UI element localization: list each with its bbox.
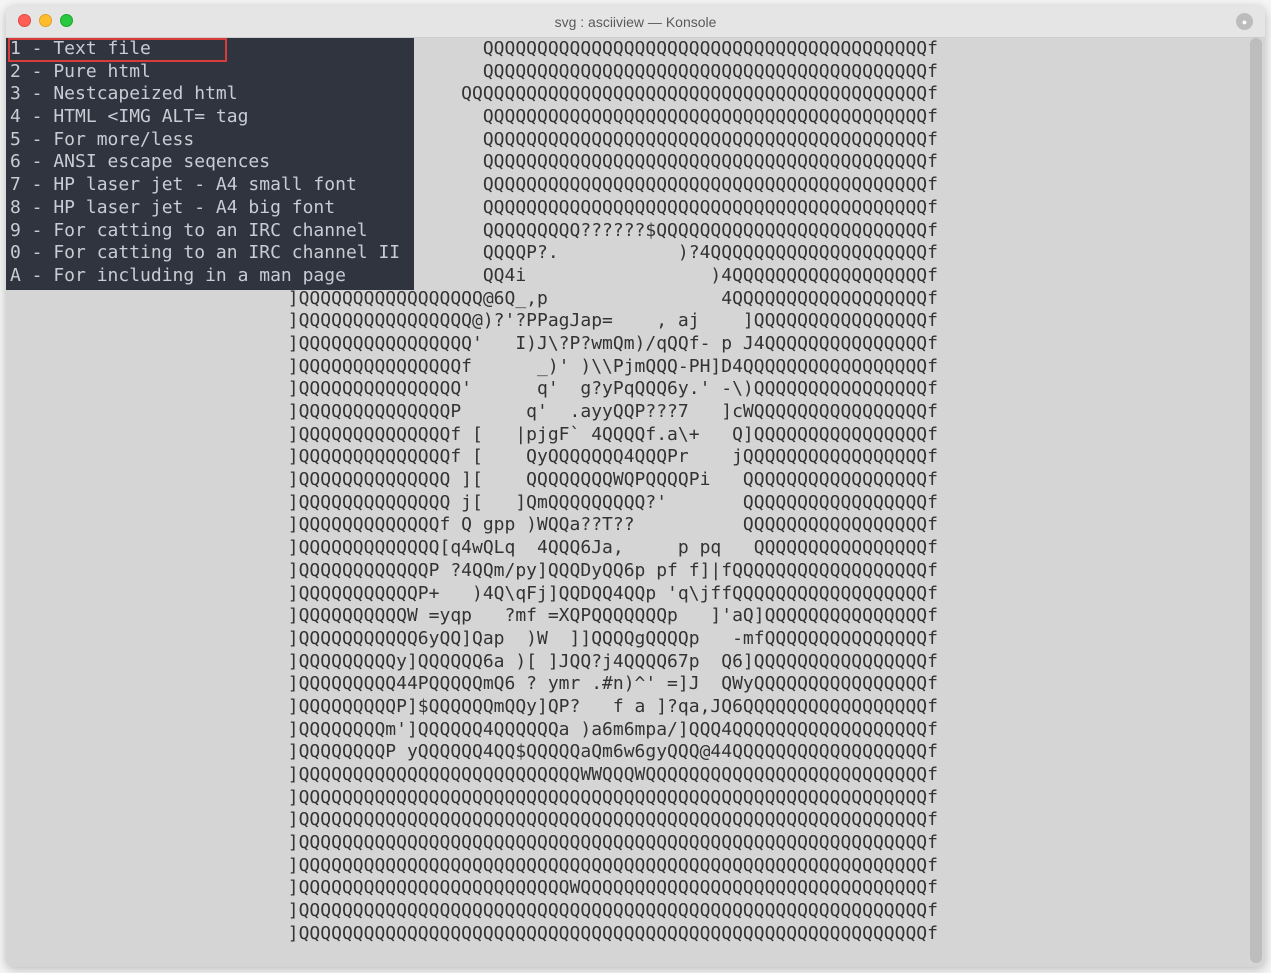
window-title: svg : asciiview — Konsole — [6, 14, 1265, 30]
scrollbar-thumb[interactable] — [1250, 38, 1262, 963]
menu-item-4[interactable]: 4 - HTML <IMG ALT= tag — [10, 106, 400, 129]
ascii-row: ]QQQQQQQQQQQQQQQQQQQQQQQQQQQQQQQQQQQQQQQ… — [6, 787, 938, 810]
ascii-row: ]QQQQQQQQQQQQQQP q' .ayyQQP???7 ]cWQQQQQ… — [6, 401, 938, 424]
window-controls — [18, 14, 73, 27]
ascii-row: ]QQQQQQQQQQQQQQQQQ@6Q_,p 4QQQQQQQQQQQQQQ… — [6, 288, 938, 311]
ascii-row: ]QQQQQQQQQQQQQQ j[ ]QmQQQQQQQQQ?' QQQQQQ… — [6, 492, 938, 515]
ascii-row: ]QQQQQQQQQQQQQQQf _)' )\\PjmQQQ-PH]D4QQQ… — [6, 356, 938, 379]
ascii-row: ]QQQQQQQQQQQ6yQQ]Qap )W ]]QQQQgQQQQp -mf… — [6, 628, 938, 651]
ascii-row: ]QQQQQQQQm']QQQQQQ4QQQQQQa )a6m6mpa/]QQQ… — [6, 719, 938, 742]
menu-item-5[interactable]: 5 - For more/less — [10, 129, 400, 152]
konsole-window: svg : asciiview — Konsole ● QQQQQQQQQQQQ… — [6, 6, 1265, 967]
vertical-scrollbar[interactable] — [1249, 38, 1263, 963]
menu-item-1[interactable]: 1 - Text file — [10, 38, 400, 61]
ascii-row: ]QQQQQQQQQQQQQQ ][ QQQQQQQQWQPQQQQPi QQQ… — [6, 469, 938, 492]
ascii-row: ]QQQQQQQQQQW =yqp ?mf =XQPQQQQQQQp ]'aQ]… — [6, 605, 938, 628]
minimize-icon[interactable] — [39, 14, 52, 27]
save-format-menu: 1 - Text file2 - Pure html3 - Nestcapeiz… — [6, 38, 414, 290]
menu-item-2[interactable]: 2 - Pure html — [10, 61, 400, 84]
menu-item-6[interactable]: 6 - ANSI escape seqences — [10, 151, 400, 174]
ascii-row: ]QQQQQQQQP yQQQQQQ4QQ$QQQQQaQm6w6gyQQQ@4… — [6, 741, 938, 764]
ascii-row: ]QQQQQQQQQQQQQQQQ@)?'?PPagJap= , aj ]QQQ… — [6, 310, 938, 333]
ascii-row: ]QQQQQQQQQQQQQ[q4wQLq 4QQQ6Ja, p pq QQQQ… — [6, 537, 938, 560]
ascii-row: ]QQQQQQQQQQQQP ?4QQm/py]QQQDyQQ6p pf f]|… — [6, 560, 938, 583]
terminal-viewport[interactable]: QQQQQQQQQQQQQQQQQQQQQQQQQQQQQQQQQQQQQQQQ… — [6, 38, 1265, 967]
menu-item-0[interactable]: 0 - For catting to an IRC channel II — [10, 242, 400, 265]
menu-item-9[interactable]: 9 - For catting to an IRC channel — [10, 220, 400, 243]
ascii-row: ]QQQQQQQQQQQQQQQQQQQQQQQQQQQQQQQQQQQQQQQ… — [6, 855, 938, 878]
close-icon[interactable] — [18, 14, 31, 27]
menu-item-3[interactable]: 3 - Nestcapeized html — [10, 83, 400, 106]
ascii-row: ]QQQQQQQQQQQP+ )4Q\qFj]QQDQQ4QQp 'q\jffQ… — [6, 583, 938, 606]
ascii-row: ]QQQQQQQQQQQQQQQQQQQQQQQQQQQQQQQQQQQQQQQ… — [6, 923, 938, 946]
ascii-row: ]QQQQQQQQQQQQQf Q gpp )WQQa??T?? QQQQQQQ… — [6, 514, 938, 537]
ascii-row: ]QQQQQQQQQQQQQQf [ QyQQQQQQQ4QQQPr jQQQQ… — [6, 446, 938, 469]
maximize-icon[interactable] — [60, 14, 73, 27]
ascii-row: ]QQQQQQQQQP]$QQQQQQmQQy]QP? f a ]?qa,JQ6… — [6, 696, 938, 719]
titlebar: svg : asciiview — Konsole ● — [6, 6, 1265, 38]
ascii-row: ]QQQQQQQQQQQQQQQ' q' g?yPqQQQ6y.' -\)QQQ… — [6, 378, 938, 401]
ascii-row: ]QQQQQQQQQQQQQQQQQQQQQQQQQQWWQQQWQQQQQQQ… — [6, 764, 938, 787]
menu-item-A[interactable]: A - For including in a man page — [10, 265, 400, 288]
help-icon[interactable]: ● — [1236, 13, 1253, 30]
ascii-row: ]QQQQQQQQQQQQQQQQQQQQQQQQQQQQQQQQQQQQQQQ… — [6, 809, 938, 832]
menu-item-7[interactable]: 7 - HP laser jet - A4 small font — [10, 174, 400, 197]
ascii-row: ]QQQQQQQQQQQQQQQQQQQQQQQQQQQQQQQQQQQQQQQ… — [6, 900, 938, 923]
menu-item-8[interactable]: 8 - HP laser jet - A4 big font — [10, 197, 400, 220]
ascii-row: ]QQQQQQQQQQQQQQf [ |pjgF` 4QQQQf.a\+ Q]Q… — [6, 424, 938, 447]
ascii-row: ]QQQQQQQQQQQQQQQQQQQQQQQQQWQQQQQQQQQQQQQ… — [6, 877, 938, 900]
ascii-row: ]QQQQQQQQQy]QQQQQQ6a )[ ]JQQ?j4QQQQ67p Q… — [6, 651, 938, 674]
ascii-row: ]QQQQQQQQQ44PQQQQQmQ6 ? ymr .#n)^' =]J Q… — [6, 673, 938, 696]
ascii-row: ]QQQQQQQQQQQQQQQQQQQQQQQQQQQQQQQQQQQQQQQ… — [6, 832, 938, 855]
ascii-row: ]QQQQQQQQQQQQQQQQ' I)J\?P?wmQm)/qQQf- p … — [6, 333, 938, 356]
